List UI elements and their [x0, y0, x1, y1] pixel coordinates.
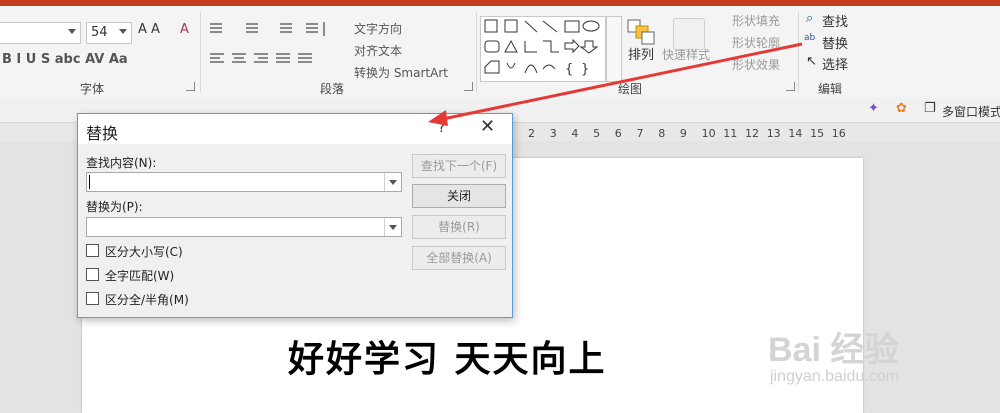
grow-shrink-font-buttons[interactable]: A A	[138, 22, 160, 37]
search-icon: ⌕	[806, 11, 814, 26]
convert-smartart-button[interactable]: 转换为 SmartArt	[354, 64, 448, 81]
editing-group-label: 编辑	[818, 82, 843, 96]
help-icon[interactable]: ?	[438, 120, 445, 136]
arrange-icon[interactable]	[626, 18, 656, 46]
ruler-tick: 4	[571, 127, 579, 140]
replace-all-button[interactable]: 全部替换(A)	[412, 246, 506, 270]
font-name-box[interactable]	[0, 22, 81, 44]
ruler-tick: 8	[658, 127, 666, 140]
ribbon: 54 A A A B I U S abc AV Aa 字体 文字方向 对齐文本 …	[0, 6, 1000, 99]
text-direction-button[interactable]: 文字方向	[354, 20, 402, 37]
paragraph-group-label: 段落	[320, 82, 345, 96]
find-what-dropdown[interactable]	[384, 173, 401, 191]
shape-effects-button[interactable]: 形状效果	[732, 56, 780, 73]
find-button[interactable]: 查找	[822, 11, 848, 30]
match-width-checkbox[interactable]	[86, 292, 99, 305]
clear-format-icon[interactable]: A	[180, 22, 189, 37]
match-case-label: 区分大小写(C)	[105, 245, 183, 259]
font-size-box[interactable]: 54	[86, 22, 132, 44]
ruler-tick: 2	[528, 127, 535, 140]
shapes-icon[interactable]: { }	[481, 17, 605, 81]
ruler-tick: 12	[745, 127, 759, 140]
font-group-label: 字体	[80, 82, 105, 96]
match-case-checkbox[interactable]	[86, 244, 99, 257]
ruler-tick: 11	[723, 127, 738, 140]
find-what-label: 查找内容(N):	[86, 156, 157, 170]
ruler-tick: 14	[788, 127, 803, 140]
slide-text[interactable]: 好好学习 天天向上	[288, 330, 607, 382]
close-button[interactable]: 关闭	[412, 184, 506, 208]
ruler-tick: 15	[810, 127, 825, 140]
chevron-down-icon	[389, 225, 397, 230]
whole-word-checkbox[interactable]	[86, 268, 99, 281]
svg-text:}: }	[581, 62, 589, 77]
find-what-input[interactable]	[86, 172, 402, 192]
find-next-button[interactable]: 查找下一个(F)	[412, 154, 506, 178]
group-separator	[200, 12, 201, 92]
replace-with-dropdown[interactable]	[384, 218, 401, 236]
cursor-icon: ↖	[806, 54, 817, 69]
match-width-label: 区分全/半角(M)	[105, 293, 189, 307]
text-caret	[89, 175, 90, 189]
watermark-logo: Bai 经验	[768, 331, 899, 369]
svg-text:{: {	[565, 62, 573, 77]
replace-button[interactable]: 替换	[822, 33, 848, 52]
dialog-title: 替换	[86, 124, 119, 143]
chevron-down-icon[interactable]	[119, 29, 127, 34]
replace-button-dialog[interactable]: 替换(R)	[412, 215, 506, 239]
window-icon: ❐	[924, 101, 936, 116]
ruler-tick: 10	[701, 127, 716, 140]
multi-window-button[interactable]: 多窗口模式	[942, 103, 1000, 120]
close-icon[interactable]: ✕	[480, 116, 495, 137]
quick-styles-button[interactable]: 快速样式	[662, 46, 710, 63]
font-format-buttons[interactable]: B I U S abc AV Aa	[2, 52, 128, 67]
shape-gallery-scroll[interactable]	[606, 16, 622, 82]
dialog-titlebar[interactable]	[78, 114, 512, 144]
ruler-tick: 13	[766, 127, 781, 140]
ruler-tick: 3	[549, 127, 557, 140]
paragraph-dialog-launcher-icon[interactable]	[464, 82, 473, 91]
replace-icon: ab	[804, 33, 816, 43]
sparkle-icon[interactable]: ✦	[868, 101, 879, 116]
group-separator	[798, 12, 799, 92]
ruler-tick: 9	[679, 127, 687, 140]
watermark-url: jingyan.baidu.com	[770, 368, 899, 385]
replace-dialog: 替换 ? ✕ 查找内容(N): 替换为(P): 区分大小写(C) 全字匹配(W)…	[77, 113, 513, 318]
paragraph-buttons-icon[interactable]	[208, 18, 343, 70]
shape-fill-button[interactable]: 形状填充	[732, 12, 780, 29]
chevron-down-icon[interactable]	[68, 29, 76, 34]
replace-with-input[interactable]	[86, 217, 402, 237]
align-text-button[interactable]: 对齐文本	[354, 42, 402, 59]
group-separator	[476, 12, 477, 92]
replace-with-label: 替换为(P):	[86, 200, 143, 214]
ruler-tick: 7	[636, 127, 644, 140]
font-dialog-launcher-icon[interactable]	[186, 82, 195, 91]
select-button[interactable]: 选择	[822, 54, 848, 73]
shape-outline-button[interactable]: 形状轮廓	[732, 34, 780, 51]
ruler-tick: 5	[593, 127, 601, 140]
gear-icon[interactable]: ✿	[896, 101, 907, 116]
font-size-value: 54	[91, 25, 108, 40]
whole-word-label: 全字匹配(W)	[105, 269, 175, 283]
chevron-down-icon	[389, 180, 397, 185]
ruler-tick: 6	[614, 127, 622, 140]
ruler-tick: 16	[831, 127, 846, 140]
arrange-button[interactable]: 排列	[628, 44, 654, 63]
shape-gallery[interactable]: { }	[480, 16, 606, 82]
drawing-group-label: 绘图	[618, 82, 643, 96]
drawing-dialog-launcher-icon[interactable]	[786, 82, 795, 91]
